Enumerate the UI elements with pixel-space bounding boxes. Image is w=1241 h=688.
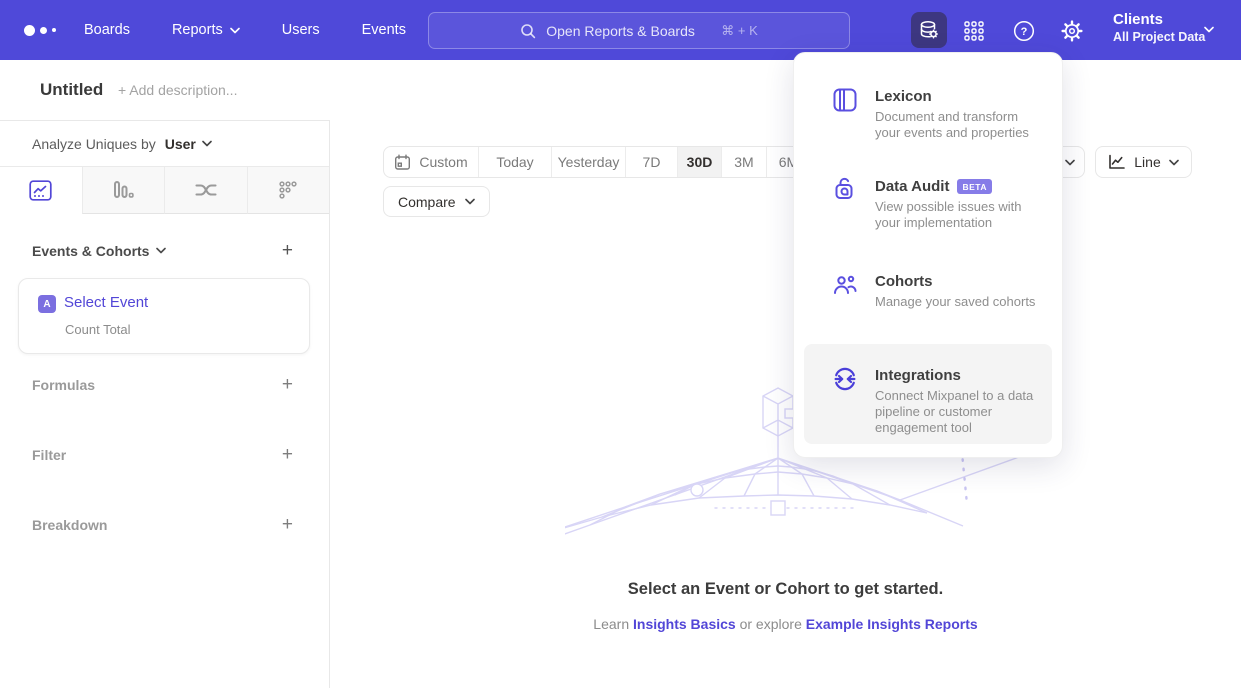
compare-dropdown[interactable]: Compare	[383, 186, 490, 217]
date-range-control: Custom Today Yesterday 7D 30D 3M 6M	[383, 146, 811, 178]
chevron-down-icon	[465, 198, 475, 205]
query-builder-sidebar: Analyze Uniques by User	[0, 120, 330, 688]
beta-badge: BETA	[957, 179, 992, 194]
report-title[interactable]: Untitled	[40, 80, 103, 100]
integrations-icon	[831, 365, 859, 393]
chevron-down-icon	[202, 140, 212, 147]
cohorts-icon	[831, 271, 859, 299]
analyze-label: Analyze Uniques by	[32, 136, 156, 152]
range-7d[interactable]: 7D	[625, 147, 677, 177]
event-series-badge: A	[38, 295, 56, 313]
tab-flows[interactable]	[164, 167, 247, 214]
retention-dots-tab-icon	[278, 180, 298, 200]
tab-retention[interactable]	[247, 167, 330, 214]
help-icon: ?	[1012, 19, 1036, 43]
help-button[interactable]: ?	[1011, 18, 1037, 44]
menu-item-integrations[interactable]: Integrations Connect Mixpanel to a data …	[804, 344, 1052, 444]
mixpanel-insights-app: Boards Reports Users Events ⌘ + K	[0, 0, 1241, 688]
formulas-section: Formulas +	[32, 375, 293, 394]
search-shortcut: ⌘ + K	[721, 23, 758, 39]
filter-label: Filter	[32, 447, 66, 463]
insights-basics-link[interactable]: Insights Basics	[633, 616, 736, 632]
project-name: Clients	[1113, 10, 1205, 29]
filter-section: Filter +	[32, 445, 293, 464]
event-card[interactable]: A Select Event Count Total	[18, 278, 310, 354]
data-management-menu: Lexicon Document and transform your even…	[793, 52, 1063, 458]
chevron-down-icon	[1065, 159, 1075, 166]
data-audit-icon	[831, 176, 859, 204]
chevron-down-icon	[1169, 159, 1179, 166]
range-custom[interactable]: Custom	[384, 147, 478, 177]
range-3m[interactable]: 3M	[721, 147, 766, 177]
empty-state-headline: Select an Event or Cohort to get started…	[330, 580, 1241, 599]
menu-item-cohorts[interactable]: Cohorts Manage your saved cohorts	[794, 271, 1062, 310]
chevron-down-icon	[156, 247, 166, 254]
breakdown-label: Breakdown	[32, 517, 107, 533]
settings-button[interactable]	[1059, 18, 1085, 44]
nav-users[interactable]: Users	[282, 22, 320, 38]
add-filter-button[interactable]: +	[282, 445, 293, 464]
menu-item-lexicon[interactable]: Lexicon Document and transform your even…	[794, 86, 1062, 141]
tab-insights-line[interactable]	[0, 167, 82, 214]
example-insights-reports-link[interactable]: Example Insights Reports	[806, 616, 978, 632]
project-scope: All Project Data	[1113, 29, 1205, 46]
breakdown-section: Breakdown +	[32, 515, 293, 534]
select-event-button[interactable]: Select Event	[64, 294, 148, 311]
nav-boards[interactable]: Boards	[84, 22, 130, 38]
mixpanel-logo-icon[interactable]	[24, 22, 66, 38]
events-cohorts-label[interactable]: Events & Cohorts	[32, 243, 166, 259]
events-cohorts-section: Events & Cohorts +	[32, 241, 293, 260]
database-gear-icon	[918, 19, 940, 41]
add-event-button[interactable]: +	[282, 241, 293, 260]
range-today[interactable]: Today	[478, 147, 551, 177]
add-breakdown-button[interactable]: +	[282, 515, 293, 534]
nav-events[interactable]: Events	[362, 22, 406, 38]
chevron-down-icon	[230, 27, 240, 34]
analyze-by-dropdown[interactable]: User	[165, 136, 212, 152]
empty-state-subline: Learn Insights Basics or explore Example…	[330, 616, 1241, 632]
line-chart-tab-icon	[29, 180, 52, 201]
data-management-button[interactable]	[911, 12, 947, 48]
tab-bar-chart[interactable]	[82, 167, 165, 214]
range-yesterday[interactable]: Yesterday	[551, 147, 625, 177]
search-input[interactable]	[546, 23, 711, 39]
primary-nav: Boards Reports Users Events	[84, 0, 406, 60]
project-switcher[interactable]: Clients All Project Data	[1113, 10, 1205, 46]
analyze-row: Analyze Uniques by User	[32, 121, 212, 166]
apps-grid-button[interactable]	[961, 18, 987, 44]
add-description-field[interactable]: + Add description...	[118, 82, 237, 98]
event-aggregation[interactable]: Count Total	[65, 322, 131, 337]
gear-icon	[1060, 19, 1084, 43]
add-formula-button[interactable]: +	[282, 375, 293, 394]
global-search[interactable]: ⌘ + K	[428, 12, 850, 49]
calendar-icon	[394, 154, 411, 171]
menu-item-data-audit[interactable]: Data Audit BETA View possible issues wit…	[794, 176, 1062, 231]
chart-type-dropdown[interactable]: Line	[1095, 146, 1192, 178]
search-icon	[520, 23, 536, 39]
bar-chart-tab-icon	[112, 180, 134, 201]
chevron-down-icon	[1204, 26, 1214, 33]
formulas-label: Formulas	[32, 377, 95, 393]
nav-reports[interactable]: Reports	[172, 22, 240, 38]
svg-text:?: ?	[1021, 26, 1028, 38]
range-30d[interactable]: 30D	[677, 147, 721, 177]
empty-state: Select an Event or Cohort to get started…	[330, 580, 1241, 632]
grid-icon	[963, 20, 985, 42]
top-nav: Boards Reports Users Events ⌘ + K	[0, 0, 1241, 60]
line-chart-icon	[1108, 154, 1126, 170]
chart-type-tabs	[0, 166, 329, 214]
lexicon-icon	[831, 86, 859, 114]
flows-tab-icon	[194, 181, 218, 199]
